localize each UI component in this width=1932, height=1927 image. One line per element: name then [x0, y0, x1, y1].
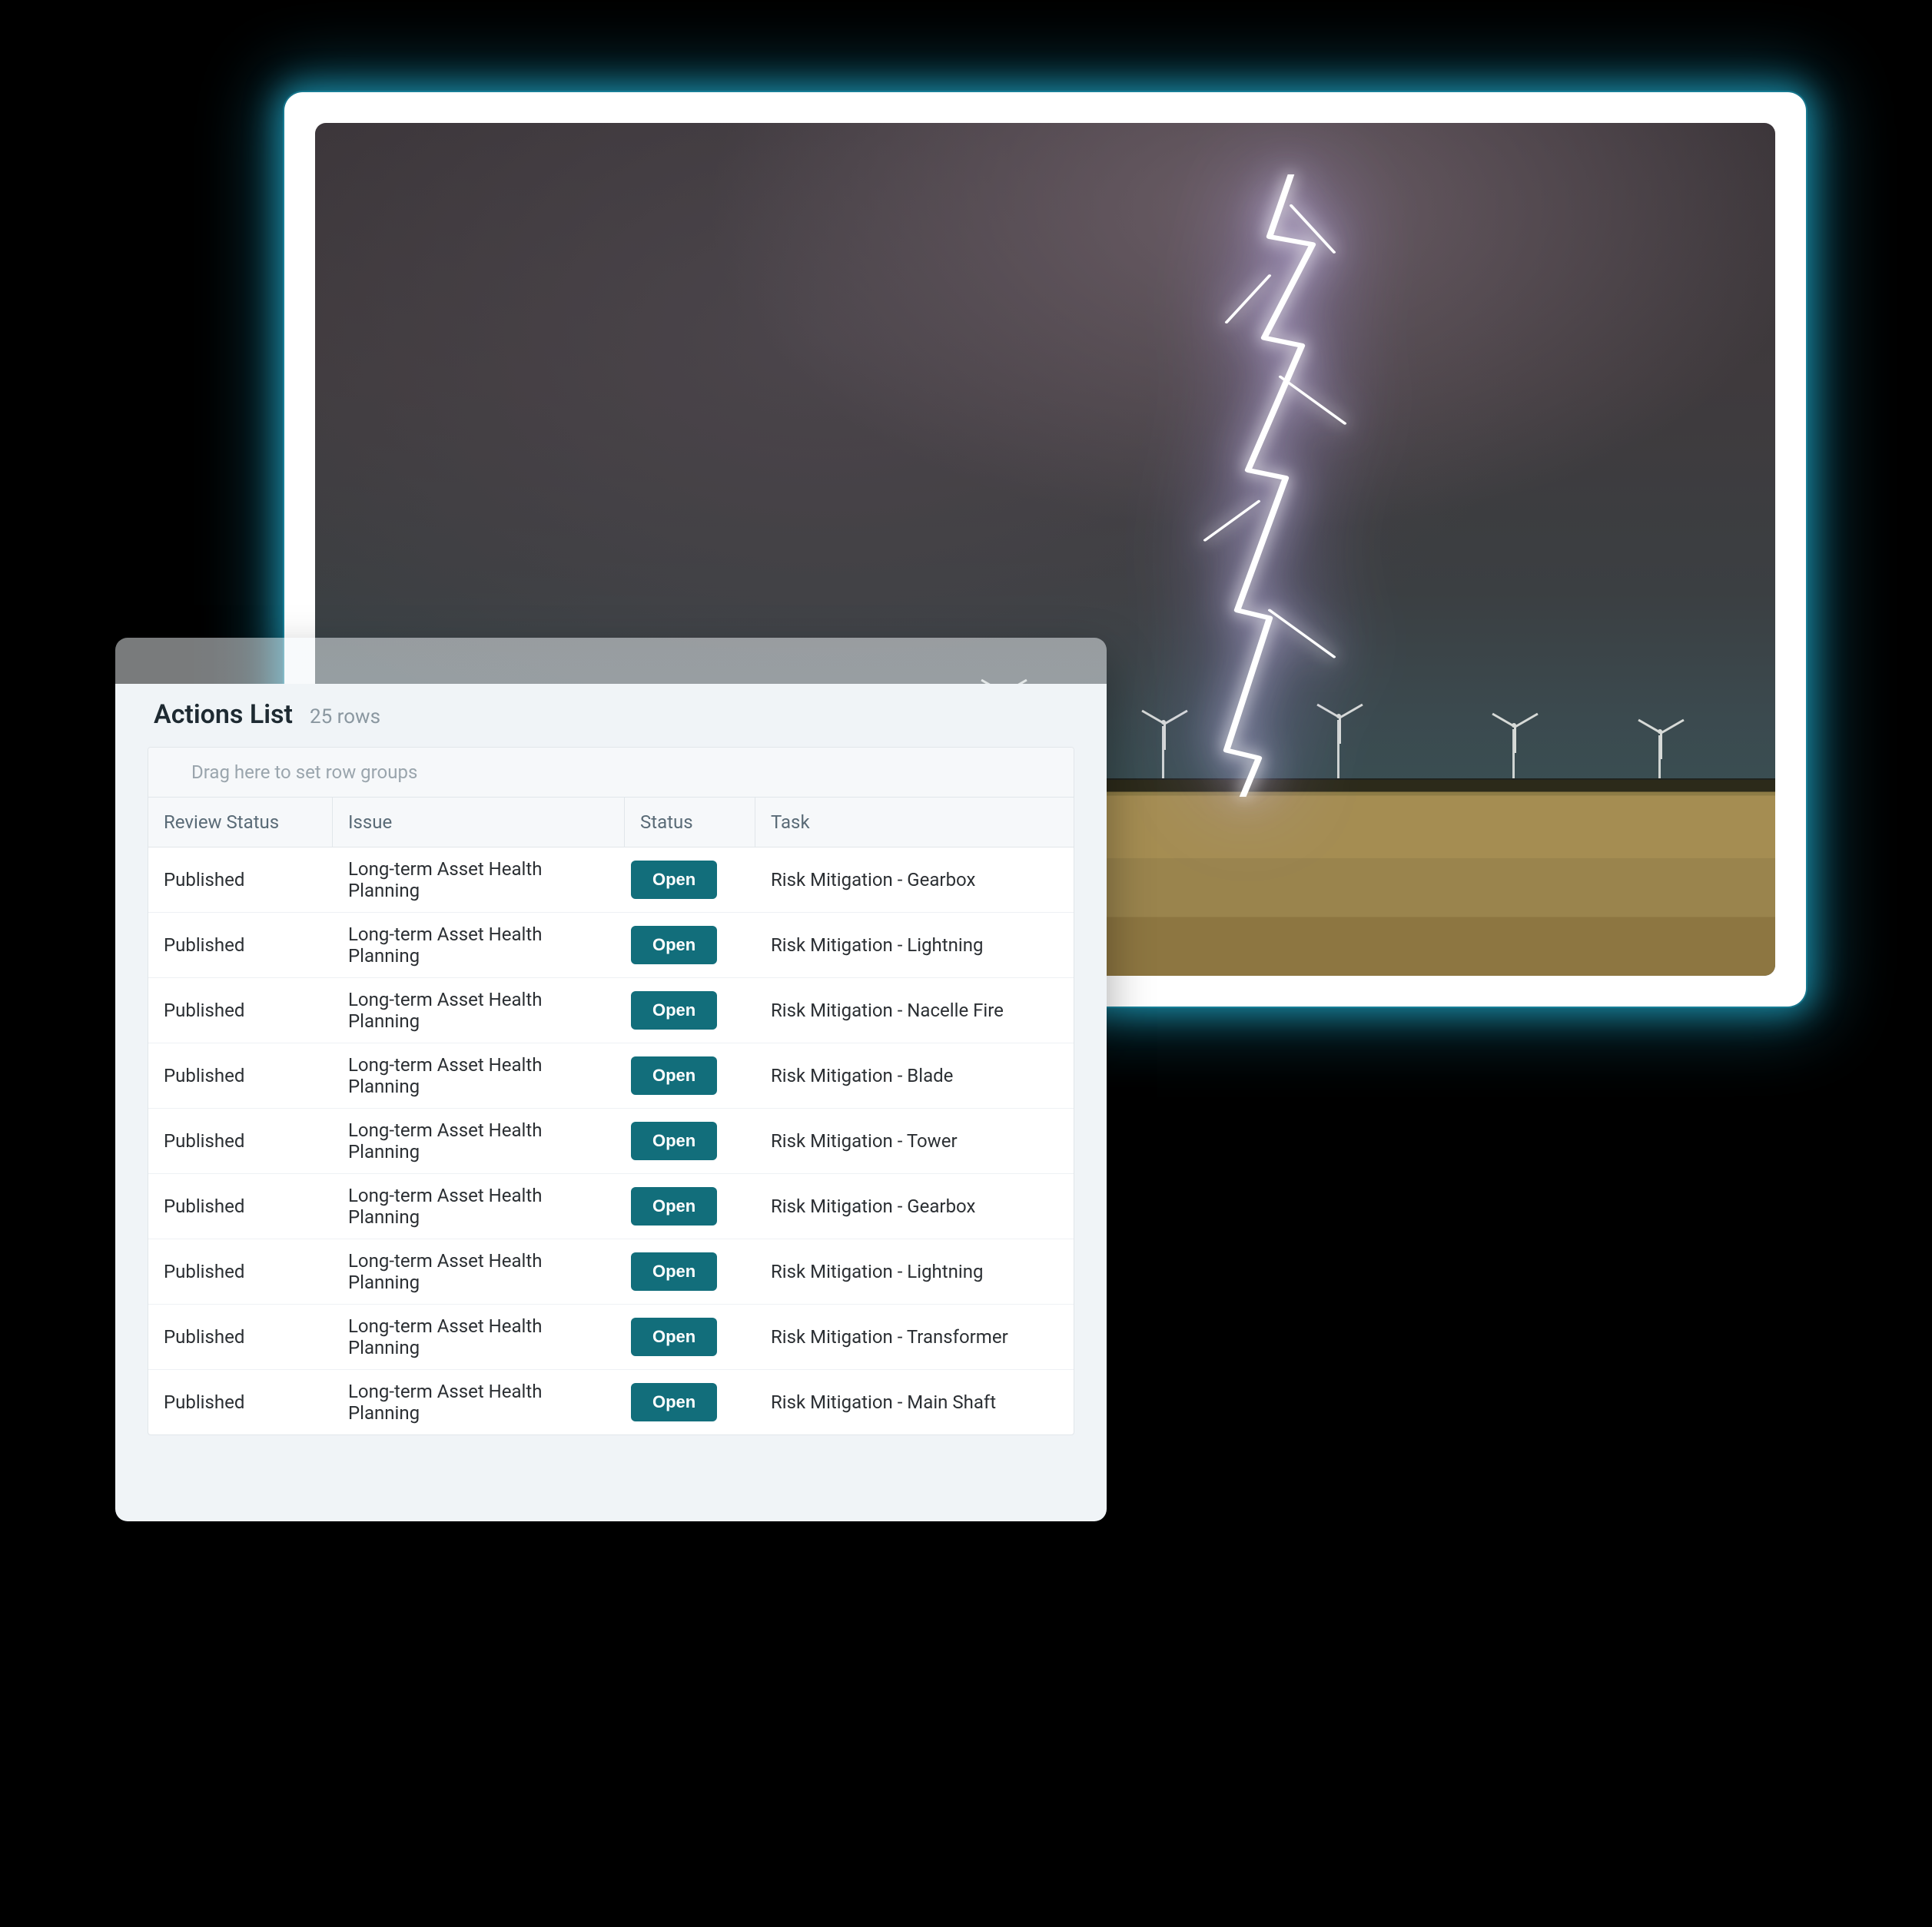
- cell-status: Open: [625, 853, 755, 907]
- table-row[interactable]: PublishedLong-term Asset Health Planning…: [148, 913, 1074, 978]
- col-task[interactable]: Task: [755, 798, 1074, 847]
- cell-issue: Long-term Asset Health Planning: [333, 978, 625, 1043]
- cell-review-status: Published: [148, 924, 333, 967]
- row-count-label: 25 rows: [310, 705, 380, 728]
- cell-status: Open: [625, 1049, 755, 1103]
- status-open-button[interactable]: Open: [631, 1318, 717, 1356]
- cell-issue: Long-term Asset Health Planning: [333, 1239, 625, 1304]
- cell-task: Risk Mitigation - Nacelle Fire: [755, 989, 1074, 1032]
- cell-status: Open: [625, 918, 755, 972]
- cell-status: Open: [625, 1375, 755, 1429]
- cell-status: Open: [625, 1114, 755, 1168]
- grid-body: PublishedLong-term Asset Health Planning…: [148, 847, 1074, 1434]
- status-open-button[interactable]: Open: [631, 1122, 717, 1160]
- status-open-button[interactable]: Open: [631, 1056, 717, 1095]
- cell-status: Open: [625, 983, 755, 1037]
- status-open-button[interactable]: Open: [631, 861, 717, 899]
- table-row[interactable]: PublishedLong-term Asset Health Planning…: [148, 1239, 1074, 1305]
- cell-issue: Long-term Asset Health Planning: [333, 913, 625, 977]
- cell-review-status: Published: [148, 1054, 333, 1097]
- cell-issue: Long-term Asset Health Planning: [333, 1174, 625, 1239]
- cell-issue: Long-term Asset Health Planning: [333, 1305, 625, 1369]
- actions-list-panel: Actions List 25 rows Drag here to set ro…: [115, 638, 1107, 1521]
- table-row[interactable]: PublishedLong-term Asset Health Planning…: [148, 847, 1074, 913]
- grid-drag-hint[interactable]: Drag here to set row groups: [148, 748, 1074, 798]
- cell-status: Open: [625, 1245, 755, 1298]
- table-row[interactable]: PublishedLong-term Asset Health Planning…: [148, 1305, 1074, 1370]
- cell-status: Open: [625, 1310, 755, 1364]
- cell-review-status: Published: [148, 1185, 333, 1228]
- status-open-button[interactable]: Open: [631, 991, 717, 1030]
- cell-task: Risk Mitigation - Lightning: [755, 1250, 1074, 1293]
- cell-review-status: Published: [148, 989, 333, 1032]
- table-row[interactable]: PublishedLong-term Asset Health Planning…: [148, 978, 1074, 1043]
- cell-task: Risk Mitigation - Main Shaft: [755, 1381, 1074, 1424]
- cell-review-status: Published: [148, 858, 333, 901]
- status-open-button[interactable]: Open: [631, 1383, 717, 1421]
- status-open-button[interactable]: Open: [631, 1187, 717, 1226]
- cell-task: Risk Mitigation - Gearbox: [755, 1185, 1074, 1228]
- cell-task: Risk Mitigation - Tower: [755, 1119, 1074, 1163]
- actions-grid: Drag here to set row groups Review Statu…: [148, 747, 1074, 1435]
- lightning-icon: [1162, 174, 1377, 797]
- panel-title: Actions List: [154, 699, 293, 730]
- cell-review-status: Published: [148, 1315, 333, 1358]
- cell-task: Risk Mitigation - Transformer: [755, 1315, 1074, 1358]
- cell-issue: Long-term Asset Health Planning: [333, 847, 625, 912]
- table-row[interactable]: PublishedLong-term Asset Health Planning…: [148, 1174, 1074, 1239]
- grid-header: Review Status Issue Status Task: [148, 798, 1074, 847]
- col-status[interactable]: Status: [625, 798, 755, 847]
- table-row[interactable]: PublishedLong-term Asset Health Planning…: [148, 1043, 1074, 1109]
- cell-task: Risk Mitigation - Blade: [755, 1054, 1074, 1097]
- col-issue[interactable]: Issue: [333, 798, 625, 847]
- cell-review-status: Published: [148, 1381, 333, 1424]
- cell-review-status: Published: [148, 1119, 333, 1163]
- cell-review-status: Published: [148, 1250, 333, 1293]
- status-open-button[interactable]: Open: [631, 926, 717, 964]
- cell-issue: Long-term Asset Health Planning: [333, 1109, 625, 1173]
- cell-task: Risk Mitigation - Gearbox: [755, 858, 1074, 901]
- table-row[interactable]: PublishedLong-term Asset Health Planning…: [148, 1370, 1074, 1434]
- cell-issue: Long-term Asset Health Planning: [333, 1370, 625, 1434]
- status-open-button[interactable]: Open: [631, 1252, 717, 1291]
- cell-task: Risk Mitigation - Lightning: [755, 924, 1074, 967]
- cell-issue: Long-term Asset Health Planning: [333, 1043, 625, 1108]
- table-row[interactable]: PublishedLong-term Asset Health Planning…: [148, 1109, 1074, 1174]
- cell-status: Open: [625, 1179, 755, 1233]
- col-review-status[interactable]: Review Status: [148, 798, 333, 847]
